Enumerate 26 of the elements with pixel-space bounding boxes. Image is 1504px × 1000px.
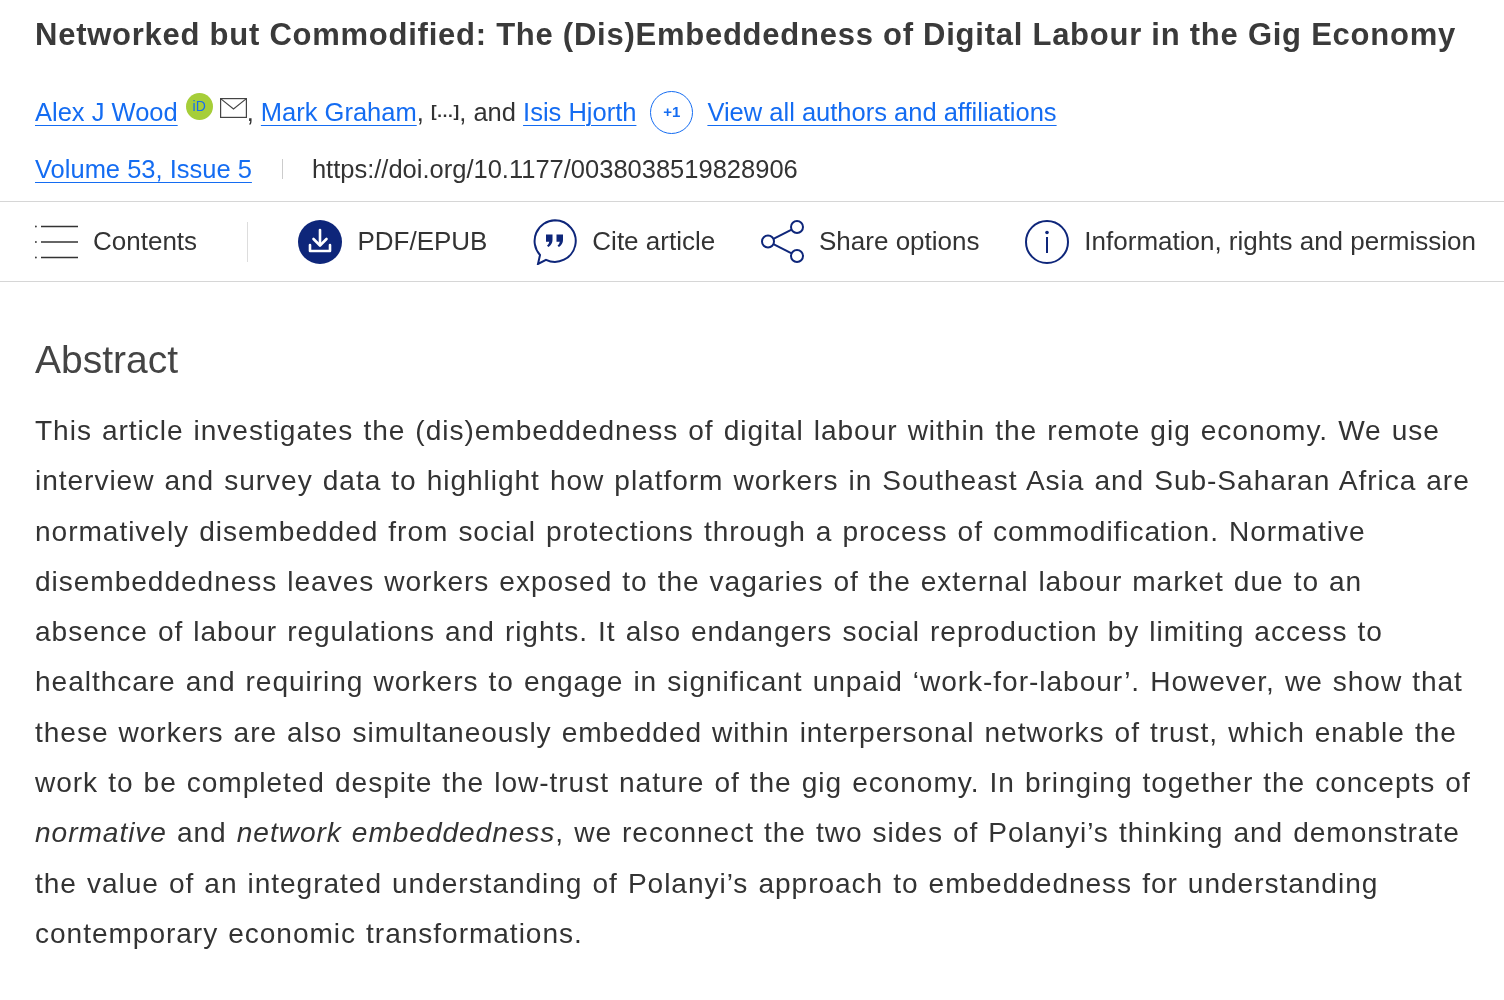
download-icon — [298, 219, 343, 264]
abstract-heading: Abstract — [35, 337, 180, 383]
byline-text: , — [246, 96, 255, 128]
author-link[interactable]: Mark Graham — [260, 92, 417, 132]
share-icon — [761, 220, 805, 263]
issue-link[interactable]: Volume 53, Issue 5 — [35, 149, 252, 189]
quote-bubble-icon — [533, 218, 578, 265]
article-title: Networked but Commodified: The (Dis)Embeddedness of Digital Labour in the Gig Economy — [35, 16, 1457, 54]
view-all-authors-link[interactable]: View all authors and affiliations — [707, 92, 1057, 132]
envelope-icon[interactable] — [219, 98, 247, 118]
toolbar-button[interactable]: Share options — [761, 220, 980, 263]
author-link[interactable]: Isis Hjorth — [523, 92, 637, 132]
byline-text: , — [416, 96, 425, 128]
contents-list-icon — [35, 224, 78, 259]
elided-authors-text: […] — [430, 101, 460, 122]
abstract-text: This article investigates the (dis)embeddedness of digital labour within the remote gig economy. We use interview and survey data to highlight how platform workers in Southeast Asia and Sub-Saharan Africa are normatively disembedded from social protections through a process of commodification. Normative disembeddedness leaves workers exposed to the vagaries of the external labour market due to an absence of labour regulations and rights. It also endangers social reproduction by limiting access to healthcare and requiring workers to engage in significant unpaid ‘work-for-labour’. However, we show that these workers are also simultaneously embedded within interpersonal networks of trust, which enable the work to be completed despite the low-trust nature of the gig economy. In bringing together the concepts of normative and network embeddedness, we reconnect the two sides of Polanyi’s thinking and demonstrate the value of an integrated understanding of Polanyi’s approach to embeddedness for understanding contemporary economic transformations. — [35, 414, 1472, 951]
more-authors-button[interactable]: +1 — [650, 90, 694, 134]
author-link[interactable]: Alex J Wood — [35, 92, 178, 132]
toolbar-button[interactable]: Contents — [35, 222, 198, 261]
toolbar-button[interactable]: PDF/EPUB — [298, 219, 488, 264]
doi-text: https://doi.org/10.1177/0038038519828906 — [311, 153, 798, 185]
byline-text: , and — [459, 96, 517, 128]
orcid-badge[interactable]: iD — [185, 92, 213, 120]
info-icon — [1025, 219, 1070, 264]
toolbar-button[interactable]: Cite article — [533, 218, 716, 265]
toolbar-button[interactable]: Information, rights and permission — [1025, 219, 1476, 264]
